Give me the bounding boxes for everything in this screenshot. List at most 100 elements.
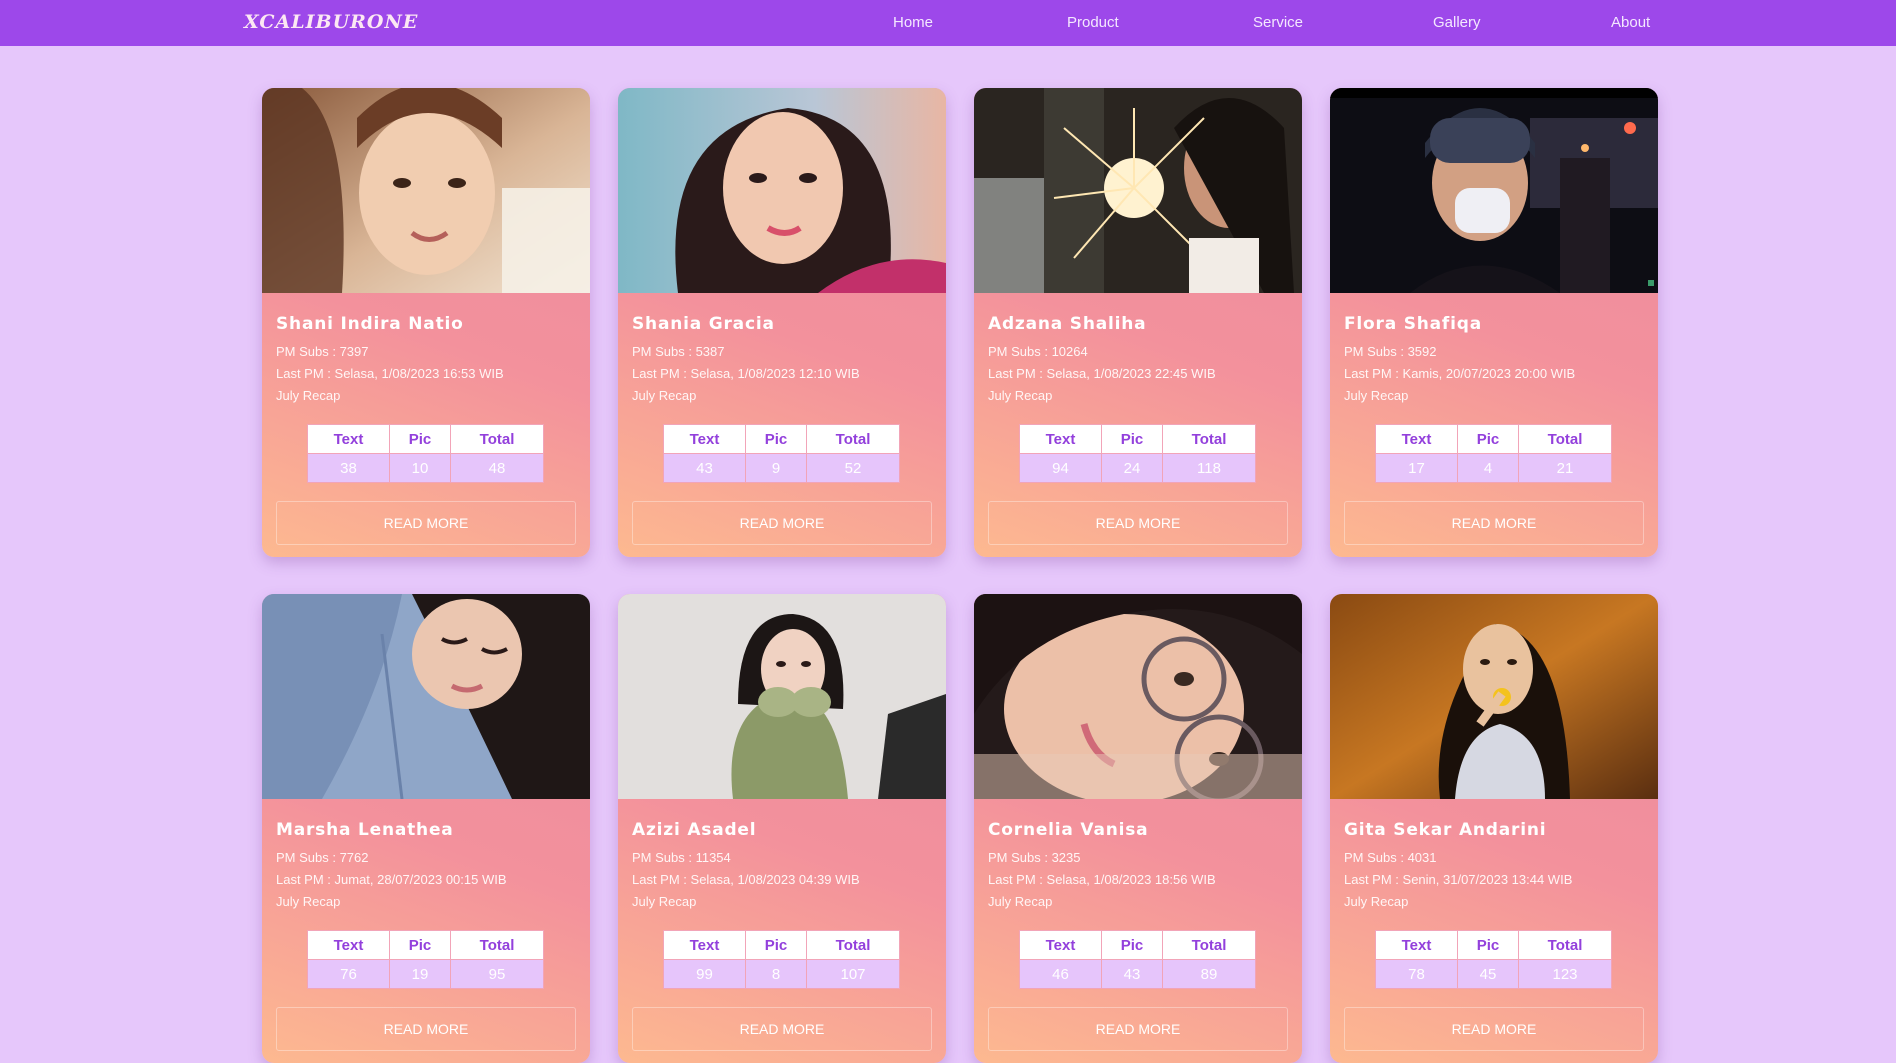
- member-name: Flora Shafiqa: [1344, 314, 1482, 334]
- nav-link-service[interactable]: Service: [1253, 14, 1303, 31]
- total-count: 52: [806, 453, 900, 483]
- nav-link-home[interactable]: Home: [893, 14, 933, 31]
- member-name: Shani Indira Natio: [276, 314, 464, 334]
- recap-table-row: 43 9 52: [663, 453, 900, 483]
- total-count: 107: [806, 959, 900, 989]
- pic-count: 19: [389, 959, 451, 989]
- recap-label: July Recap: [632, 388, 697, 403]
- header-total: Total: [1162, 930, 1256, 960]
- header-total: Total: [450, 930, 544, 960]
- recap-label: July Recap: [276, 894, 341, 909]
- pm-subs: PM Subs : 10264: [988, 344, 1088, 359]
- member-card: Cornelia Vanisa PM Subs : 3235 Last PM :…: [974, 594, 1302, 1063]
- read-more-button[interactable]: READ MORE: [1344, 1007, 1644, 1051]
- pm-subs: PM Subs : 7397: [276, 344, 369, 359]
- member-photo: [618, 88, 946, 293]
- pic-count: 45: [1457, 959, 1519, 989]
- pm-subs: PM Subs : 3592: [1344, 344, 1437, 359]
- pic-count: 24: [1101, 453, 1163, 483]
- read-more-button[interactable]: READ MORE: [1344, 501, 1644, 545]
- header-text: Text: [1375, 930, 1458, 960]
- text-count: 46: [1019, 959, 1102, 989]
- brand-logo[interactable]: XCALIBURONE: [244, 11, 418, 33]
- text-count: 99: [663, 959, 746, 989]
- header-pic: Pic: [745, 930, 807, 960]
- read-more-button[interactable]: READ MORE: [276, 1007, 576, 1051]
- recap-table-header: Text Pic Total: [1019, 424, 1256, 454]
- pm-subs: PM Subs : 3235: [988, 850, 1081, 865]
- header-text: Text: [307, 424, 390, 454]
- text-count: 78: [1375, 959, 1458, 989]
- header-pic: Pic: [1457, 424, 1519, 454]
- last-pm: Last PM : Selasa, 1/08/2023 12:10 WIB: [632, 366, 860, 381]
- header-pic: Pic: [1101, 930, 1163, 960]
- pm-subs: PM Subs : 5387: [632, 344, 725, 359]
- recap-table: Text Pic Total 38 10 48: [307, 424, 544, 483]
- header-pic: Pic: [389, 930, 451, 960]
- header-text: Text: [663, 930, 746, 960]
- member-card: Adzana Shaliha PM Subs : 10264 Last PM :…: [974, 88, 1302, 557]
- member-name: Cornelia Vanisa: [988, 820, 1149, 840]
- total-count: 123: [1518, 959, 1612, 989]
- member-name: Adzana Shaliha: [988, 314, 1147, 334]
- read-more-button[interactable]: READ MORE: [276, 501, 576, 545]
- member-card: Azizi Asadel PM Subs : 11354 Last PM : S…: [618, 594, 946, 1063]
- navbar: XCALIBURONE Home Product Service Gallery…: [0, 0, 1896, 46]
- member-name: Marsha Lenathea: [276, 820, 454, 840]
- member-photo: [974, 594, 1302, 799]
- last-pm: Last PM : Selasa, 1/08/2023 16:53 WIB: [276, 366, 504, 381]
- recap-table-header: Text Pic Total: [663, 424, 900, 454]
- header-text: Text: [1375, 424, 1458, 454]
- recap-table: Text Pic Total 76 19 95: [307, 930, 544, 989]
- total-count: 89: [1162, 959, 1256, 989]
- pic-count: 4: [1457, 453, 1519, 483]
- header-pic: Pic: [1457, 930, 1519, 960]
- text-count: 43: [663, 453, 746, 483]
- header-total: Total: [1162, 424, 1256, 454]
- header-total: Total: [450, 424, 544, 454]
- recap-table-header: Text Pic Total: [1375, 424, 1612, 454]
- total-count: 48: [450, 453, 544, 483]
- text-count: 76: [307, 959, 390, 989]
- member-card: Marsha Lenathea PM Subs : 7762 Last PM :…: [262, 594, 590, 1063]
- member-name: Shania Gracia: [632, 314, 775, 334]
- last-pm: Last PM : Jumat, 28/07/2023 00:15 WIB: [276, 872, 507, 887]
- member-photo: [1330, 88, 1658, 293]
- nav-link-product[interactable]: Product: [1067, 14, 1119, 31]
- recap-table-row: 78 45 123: [1375, 959, 1612, 989]
- text-count: 17: [1375, 453, 1458, 483]
- member-photo: [618, 594, 946, 799]
- recap-table-header: Text Pic Total: [1019, 930, 1256, 960]
- member-name: Azizi Asadel: [632, 820, 757, 840]
- text-count: 94: [1019, 453, 1102, 483]
- recap-table: Text Pic Total 46 43 89: [1019, 930, 1256, 989]
- recap-table: Text Pic Total 17 4 21: [1375, 424, 1612, 483]
- header-total: Total: [1518, 424, 1612, 454]
- recap-label: July Recap: [988, 388, 1053, 403]
- member-photo: [1330, 594, 1658, 799]
- recap-label: July Recap: [1344, 894, 1409, 909]
- total-count: 118: [1162, 453, 1256, 483]
- nav-link-about[interactable]: About: [1611, 14, 1650, 31]
- pm-subs: PM Subs : 11354: [632, 850, 731, 865]
- recap-table-row: 46 43 89: [1019, 959, 1256, 989]
- recap-table-header: Text Pic Total: [663, 930, 900, 960]
- pm-subs: PM Subs : 4031: [1344, 850, 1437, 865]
- text-count: 38: [307, 453, 390, 483]
- pm-subs: PM Subs : 7762: [276, 850, 369, 865]
- recap-table-row: 94 24 118: [1019, 453, 1256, 483]
- member-photo: [262, 88, 590, 293]
- read-more-button[interactable]: READ MORE: [988, 1007, 1288, 1051]
- header-total: Total: [806, 930, 900, 960]
- recap-table: Text Pic Total 78 45 123: [1375, 930, 1612, 989]
- nav-link-gallery[interactable]: Gallery: [1433, 14, 1481, 31]
- read-more-button[interactable]: READ MORE: [988, 501, 1288, 545]
- member-photo: [262, 594, 590, 799]
- recap-table-row: 76 19 95: [307, 959, 544, 989]
- last-pm: Last PM : Selasa, 1/08/2023 22:45 WIB: [988, 366, 1216, 381]
- read-more-button[interactable]: READ MORE: [632, 501, 932, 545]
- read-more-button[interactable]: READ MORE: [632, 1007, 932, 1051]
- pic-count: 8: [745, 959, 807, 989]
- pic-count: 43: [1101, 959, 1163, 989]
- header-text: Text: [307, 930, 390, 960]
